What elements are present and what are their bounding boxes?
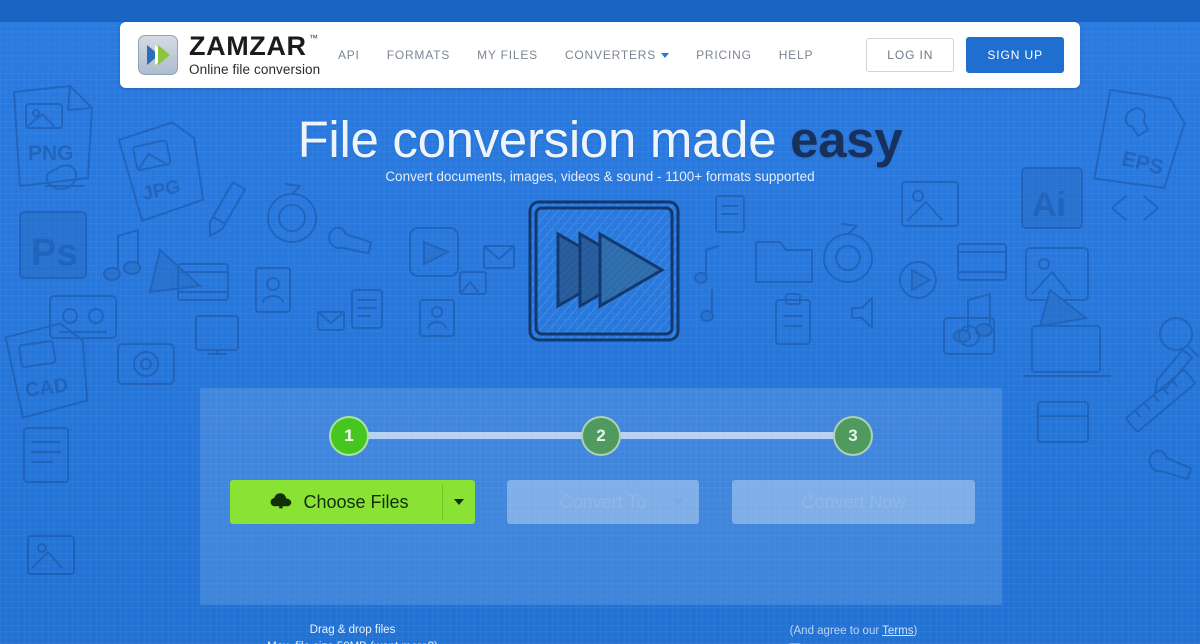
doodle-music-right <box>953 293 993 343</box>
nav-label-help: HELP <box>778 48 814 62</box>
cloud-upload-icon <box>270 491 292 514</box>
doodle-video-left <box>409 227 459 277</box>
doodle-doc-list <box>351 289 383 329</box>
main-navigation: API FORMATS MY FILES CONVERTERS PRICING … <box>338 37 1064 73</box>
nav-item-api[interactable]: API <box>338 48 360 62</box>
convert-notes: (And agree to our Terms) Email when done… <box>732 622 975 644</box>
doodle-image-left <box>459 271 487 295</box>
doodle-clipboard-right <box>775 293 811 345</box>
logo-name: ZAMZAR <box>189 31 307 62</box>
step-3-circle[interactable]: 3 <box>833 416 873 456</box>
sketch-fast-forward-icon <box>524 196 684 346</box>
doodle-photo-right <box>1025 247 1089 301</box>
doodle-ps: Ps <box>19 211 87 279</box>
svg-text:Ai: Ai <box>1032 186 1066 224</box>
terms-prefix: (And agree to our <box>789 625 883 637</box>
doodle-music-tiny-right <box>700 289 714 322</box>
hero-title-emphasis: easy <box>790 111 903 168</box>
conversion-controls: Choose Files Convert To Convert Now Drag… <box>200 480 1002 644</box>
step-1-circle[interactable]: 1 <box>329 416 369 456</box>
nav-item-converters[interactable]: CONVERTERS <box>564 48 670 62</box>
doodle-doc-right <box>715 195 745 233</box>
nav-label-formats: FORMATS <box>386 48 451 62</box>
nav-label-api: API <box>337 48 360 62</box>
doodle-pencil <box>208 181 247 237</box>
page-title: File conversion made easy <box>0 110 1200 169</box>
hero-title-normal: File conversion made <box>297 111 791 168</box>
convert-to-label: Convert To <box>559 491 647 512</box>
doodle-music-small-right <box>694 245 719 284</box>
doodle-wrench-right <box>1148 449 1193 481</box>
doodle-refresh-left <box>267 183 317 243</box>
upload-notes: Drag & drop files Max. file size 50MB (w… <box>230 622 475 644</box>
nav-label-converters: CONVERTERS <box>564 48 657 62</box>
doodle-folder-right <box>755 241 813 283</box>
step-indicator: 1 2 3 <box>200 416 1002 456</box>
hero-subtitle: Convert documents, images, videos & soun… <box>385 169 815 184</box>
nav-item-my-files[interactable]: MY FILES <box>477 48 538 62</box>
doodle-person-card <box>419 299 455 337</box>
doodle-envelope-small <box>317 311 345 331</box>
logo-trademark: ™ <box>308 33 319 44</box>
nav-label-pricing: PRICING <box>696 48 752 62</box>
caret-down-icon <box>454 499 464 505</box>
step-2-circle[interactable]: 2 <box>581 416 621 456</box>
doodle-film-left <box>177 263 229 301</box>
nav-item-formats[interactable]: FORMATS <box>387 48 450 62</box>
log-in-button[interactable]: LOG IN <box>866 38 955 72</box>
doodle-contact-card <box>255 267 291 313</box>
nav-item-help[interactable]: HELP <box>779 48 814 62</box>
doodle-laptop-right <box>1023 325 1111 377</box>
terms-suffix: ) <box>913 625 918 637</box>
logo[interactable]: ZAMZAR ™ Online file conversion <box>138 33 320 77</box>
doodle-cassette <box>49 295 117 339</box>
choose-files-button[interactable]: Choose Files <box>230 480 475 524</box>
auth-buttons: LOG IN SIGN UP <box>866 37 1064 73</box>
doodle-envelope-left <box>483 245 515 269</box>
doodle-triangle-right <box>1038 288 1089 328</box>
doodle-magnifier-right <box>1159 317 1199 357</box>
doodle-ruler-right <box>1125 369 1196 433</box>
doodle-page-bottom-left <box>23 427 69 483</box>
max-file-size-hint: Max. file size 50MB (want more?) <box>230 639 475 644</box>
chevron-down-icon <box>661 52 670 58</box>
drag-drop-hint: Drag & drop files <box>309 624 396 636</box>
doodle-camera-right <box>943 317 995 355</box>
svg-text:Ps: Ps <box>31 232 77 274</box>
top-accent-band <box>0 0 1200 22</box>
doodle-play-circle-right <box>899 261 937 299</box>
doodle-photo-bottom-left <box>27 535 75 575</box>
terms-agreement: (And agree to our Terms) <box>732 622 975 641</box>
doodle-cad: CAD <box>4 322 89 419</box>
doodle-music-note-left <box>103 229 141 281</box>
doodle-refresh-right <box>823 223 873 283</box>
doodle-code-right <box>1111 195 1159 221</box>
conversion-panel: 1 2 3 Choose Files Convert To Convert No… <box>200 388 1002 644</box>
site-header: ZAMZAR ™ Online file conversion API FORM… <box>120 22 1080 88</box>
doodle-monitor-left <box>195 315 239 355</box>
doodle-film-right <box>957 243 1007 281</box>
convert-now-label: Convert Now <box>801 491 906 512</box>
nav-label-my-files: MY FILES <box>477 48 538 62</box>
choose-files-label: Choose Files <box>303 491 409 512</box>
logo-tagline: Online file conversion <box>189 62 321 78</box>
doodle-pen-right <box>1154 348 1194 393</box>
doodle-triangle-play <box>148 248 203 294</box>
nav-item-pricing[interactable]: PRICING <box>696 48 752 62</box>
page-root: PNG JPG Ps CAD EPS Ai ZAMZAR ™ Online fi… <box>0 0 1200 644</box>
doodle-volume-right <box>851 297 873 329</box>
choose-files-dropdown-toggle[interactable] <box>443 480 475 524</box>
doodle-photo-frame-right <box>901 181 959 227</box>
double-chevron-logo-icon <box>138 35 178 75</box>
convert-now-button[interactable]: Convert Now <box>732 480 975 524</box>
caret-down-icon <box>673 499 683 505</box>
svg-text:CAD: CAD <box>24 374 70 402</box>
sign-up-button[interactable]: SIGN UP <box>966 37 1064 73</box>
doodle-camera-left <box>117 343 175 385</box>
terms-link[interactable]: Terms <box>882 625 913 637</box>
doodle-wrench-left <box>328 226 373 255</box>
doodle-box-right-low <box>1037 401 1089 443</box>
convert-to-button[interactable]: Convert To <box>507 480 699 524</box>
